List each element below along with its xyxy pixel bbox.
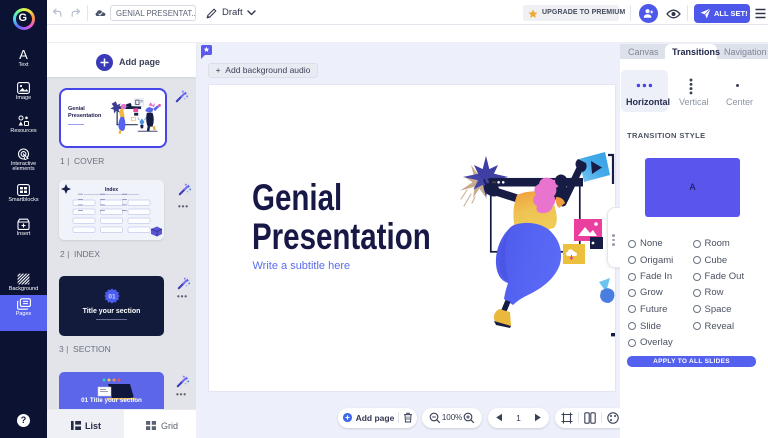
- svg-text:01: 01: [108, 294, 116, 301]
